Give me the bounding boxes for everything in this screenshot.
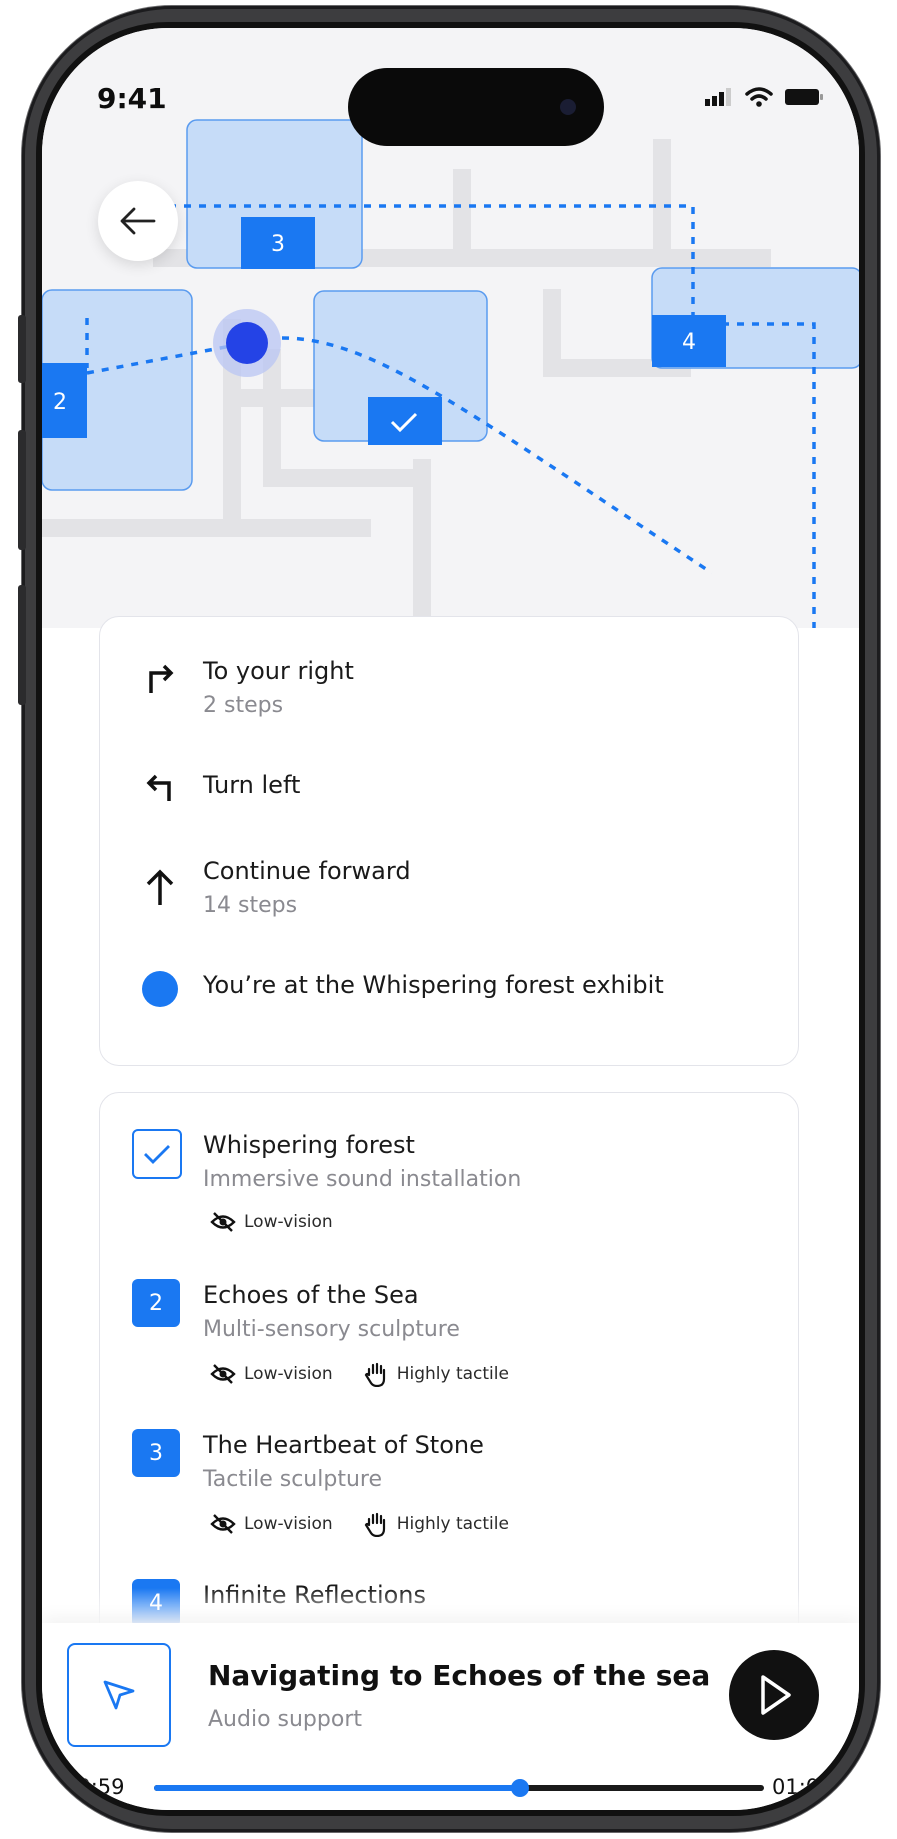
turn-right-icon: [138, 657, 182, 701]
tag-label: Low-vision: [244, 1364, 333, 1384]
step-subtitle: 14 steps: [203, 893, 298, 918]
check-icon: [144, 1145, 170, 1164]
exhibit-item[interactable]: 2 Echoes of the Sea Multi-sensory sculpt…: [100, 1279, 798, 1429]
visited-checkbox[interactable]: [132, 1129, 182, 1179]
exhibit-subtitle: Tactile sculpture: [203, 1467, 382, 1492]
exhibit-title: Whispering forest: [203, 1131, 415, 1159]
progress-slider[interactable]: [154, 1779, 764, 1797]
directions-card: To your right 2 steps Turn left Continue…: [99, 616, 799, 1066]
play-button[interactable]: [729, 1650, 819, 1740]
map-marker-label: 3: [271, 232, 285, 257]
silent-switch: [18, 315, 26, 383]
hand-icon: [364, 1512, 385, 1537]
camera-icon: [560, 99, 576, 115]
exhibit-item[interactable]: 3 The Heartbeat of Stone Tactile sculptu…: [100, 1429, 798, 1579]
status-time: 9:41: [97, 82, 167, 115]
map-marker-label: 2: [53, 390, 67, 415]
tag-label: Low-vision: [244, 1212, 333, 1232]
exhibit-tags: Low-vision: [210, 1211, 333, 1233]
exhibit-title: The Heartbeat of Stone: [203, 1431, 484, 1459]
exhibit-tags: Low-vision Highly tactile: [210, 1361, 509, 1387]
eye-off-icon: [210, 1364, 236, 1384]
user-location-dot: [226, 322, 268, 364]
exhibits-list: Whispering forest Immersive sound instal…: [99, 1092, 799, 1652]
wifi-icon: [745, 87, 773, 107]
map-marker-label: 4: [682, 330, 696, 355]
progress-thumb[interactable]: [511, 1779, 529, 1797]
dynamic-island: [348, 68, 604, 146]
volume-down-button: [18, 585, 26, 705]
player-title: Navigating to Echoes of the sea: [208, 1659, 711, 1692]
signal-icon: [705, 88, 731, 106]
progress-fill: [154, 1785, 520, 1791]
step-title: You’re at the Whispering forest exhibit: [203, 971, 664, 999]
low-vision-tag: Low-vision: [210, 1511, 333, 1537]
status-icons: [705, 86, 823, 108]
volume-up-button: [18, 430, 26, 550]
audio-player: Navigating to Echoes of the sea Audio su…: [42, 1623, 859, 1810]
turn-left-icon: [138, 765, 182, 809]
low-vision-tag: Low-vision: [210, 1361, 333, 1387]
eye-off-icon: [210, 1212, 236, 1232]
location-dot-icon: [138, 967, 182, 1011]
hand-icon: [364, 1362, 385, 1387]
exhibit-item[interactable]: Whispering forest Immersive sound instal…: [100, 1129, 798, 1279]
exhibit-number-badge: 2: [132, 1279, 180, 1327]
step-title: To your right: [203, 657, 354, 685]
navigate-button[interactable]: [67, 1643, 171, 1747]
back-button[interactable]: [98, 181, 178, 261]
navigation-arrow-icon: [103, 1680, 135, 1710]
exhibit-number-badge: 3: [132, 1429, 180, 1477]
total-time: 01:00: [772, 1775, 833, 1799]
step-title: Continue forward: [203, 857, 411, 885]
tactile-tag: Highly tactile: [363, 1361, 509, 1387]
map-marker-visited[interactable]: [368, 397, 442, 445]
step-title: Turn left: [203, 771, 301, 799]
list-fade: [99, 1588, 799, 1628]
step-subtitle: 2 steps: [203, 693, 284, 718]
battery-icon: [785, 89, 823, 105]
low-vision-tag: Low-vision: [210, 1211, 333, 1233]
exhibit-tags: Low-vision Highly tactile: [210, 1511, 509, 1537]
elapsed-time: 00:59: [64, 1775, 125, 1799]
tag-label: Highly tactile: [396, 1364, 509, 1384]
player-subtitle: Audio support: [208, 1707, 362, 1732]
exhibit-subtitle: Multi-sensory sculpture: [203, 1317, 460, 1342]
tag-label: Highly tactile: [396, 1514, 509, 1534]
arrow-left-icon: [120, 207, 156, 235]
tag-label: Low-vision: [244, 1514, 333, 1534]
arrow-up-icon: [138, 865, 182, 909]
screen: 3 2 4 9:41 To your right 2 steps Turn le…: [36, 22, 865, 1816]
tactile-tag: Highly tactile: [363, 1511, 509, 1537]
play-icon: [761, 1675, 791, 1715]
exhibit-title: Echoes of the Sea: [203, 1281, 419, 1309]
exhibit-subtitle: Immersive sound installation: [203, 1167, 522, 1192]
eye-off-icon: [210, 1514, 236, 1534]
